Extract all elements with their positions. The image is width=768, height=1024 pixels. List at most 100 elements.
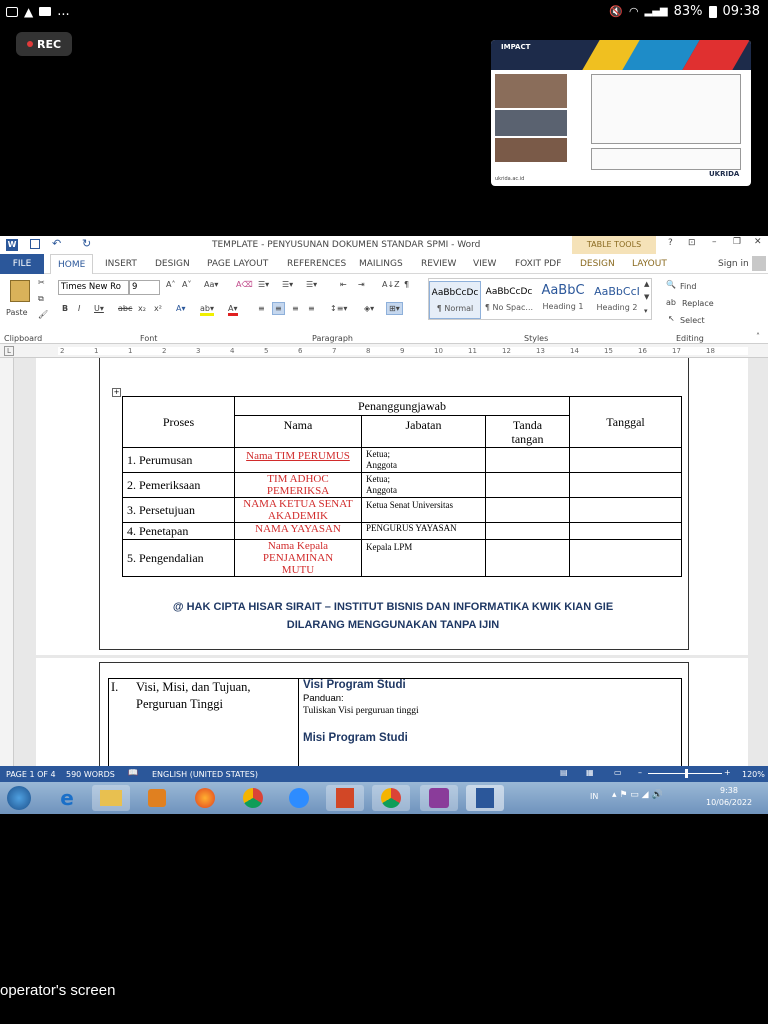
find-button[interactable]: Find bbox=[680, 282, 696, 291]
format-painter-icon[interactable]: 🖌 bbox=[38, 310, 48, 319]
superscript-icon[interactable]: x² bbox=[154, 304, 162, 313]
cell-tanggal[interactable] bbox=[569, 472, 682, 498]
print-layout-icon[interactable]: ▦ bbox=[586, 768, 594, 777]
tab-table-layout[interactable]: LAYOUT bbox=[632, 259, 667, 269]
taskbar-chrome-profile[interactable] bbox=[372, 785, 410, 811]
read-mode-icon[interactable]: ▤ bbox=[560, 768, 568, 777]
cell-tanggal[interactable] bbox=[569, 447, 682, 473]
tab-insert[interactable]: INSERT bbox=[105, 259, 137, 269]
taskbar-time[interactable]: 9:38 bbox=[720, 786, 738, 795]
start-button[interactable] bbox=[2, 785, 36, 811]
taskbar-firefox[interactable] bbox=[186, 785, 224, 811]
style-normal[interactable]: AaBbCcDc ¶ Normal bbox=[429, 281, 481, 319]
replace-icon[interactable]: ab bbox=[666, 298, 676, 307]
align-right-icon[interactable]: ≡ bbox=[292, 304, 299, 313]
cell-tanggal[interactable] bbox=[569, 497, 682, 523]
taskbar-explorer[interactable] bbox=[92, 785, 130, 811]
cell-tanggal[interactable] bbox=[569, 522, 682, 540]
tab-home[interactable]: HOME bbox=[50, 254, 94, 274]
bullets-icon[interactable]: ☰▾ bbox=[258, 280, 269, 289]
tab-design[interactable]: DESIGN bbox=[155, 259, 190, 269]
cell-tanda[interactable] bbox=[485, 472, 570, 498]
cell-tanggal[interactable] bbox=[569, 539, 682, 577]
zoom-level[interactable]: 120% bbox=[742, 770, 765, 779]
cell-jabatan[interactable]: Kepala LPM bbox=[361, 539, 486, 577]
cell-nama[interactable]: TIM ADHOC PEMERIKSA bbox=[234, 472, 362, 498]
cell-nama[interactable]: NAMA KETUA SENAT AKADEMIK bbox=[234, 497, 362, 523]
change-case-icon[interactable]: Aa▾ bbox=[204, 280, 218, 289]
help-icon[interactable]: ? bbox=[668, 238, 673, 248]
save-icon[interactable] bbox=[30, 239, 40, 249]
cell-jabatan[interactable]: PENGURUS YAYASAN bbox=[361, 522, 486, 540]
font-color-icon[interactable]: A▾ bbox=[228, 304, 238, 316]
paste-icon[interactable] bbox=[10, 280, 30, 302]
styles-scroll-down-icon[interactable]: ▼ bbox=[644, 293, 649, 301]
highlight-icon[interactable]: ab▾ bbox=[200, 304, 214, 316]
cell-jabatan[interactable]: Ketua Senat Universitas bbox=[361, 497, 486, 523]
page-count[interactable]: PAGE 1 OF 4 bbox=[6, 770, 56, 779]
shading-icon[interactable]: ◈▾ bbox=[364, 304, 374, 313]
copy-icon[interactable]: ⧉ bbox=[38, 294, 44, 304]
sort-icon[interactable]: A↓Z bbox=[382, 280, 400, 289]
subscript-icon[interactable]: x₂ bbox=[138, 304, 146, 313]
proofing-icon[interactable]: 📖 bbox=[128, 768, 138, 777]
close-icon[interactable]: ✕ bbox=[754, 237, 762, 247]
cell-tanda[interactable] bbox=[485, 447, 570, 473]
undo-icon[interactable]: ↶ bbox=[52, 237, 61, 250]
taskbar-powerpoint[interactable] bbox=[326, 785, 364, 811]
zoom-out-icon[interactable]: – bbox=[638, 768, 642, 777]
font-name-box[interactable]: Times New Ro bbox=[58, 280, 130, 295]
replace-button[interactable]: Replace bbox=[682, 299, 714, 308]
tab-page-layout[interactable]: PAGE LAYOUT bbox=[207, 259, 268, 269]
collapse-ribbon-icon[interactable]: ˄ bbox=[756, 332, 760, 341]
word-count[interactable]: 590 WORDS bbox=[66, 770, 115, 779]
grow-font-icon[interactable]: A˄ bbox=[166, 280, 175, 289]
style-no-spacing[interactable]: AaBbCcDc ¶ No Spac... bbox=[483, 281, 535, 319]
align-center-icon[interactable]: ≡ bbox=[272, 302, 285, 315]
tab-review[interactable]: REVIEW bbox=[421, 259, 456, 269]
restore-icon[interactable]: ❐ bbox=[733, 237, 741, 247]
table-move-handle-icon[interactable]: + bbox=[112, 388, 121, 397]
font-size-box[interactable]: 9 bbox=[128, 280, 160, 295]
taskbar-media[interactable] bbox=[138, 785, 176, 811]
strikethrough-icon[interactable]: abc bbox=[118, 304, 132, 313]
align-left-icon[interactable]: ≡ bbox=[258, 304, 265, 313]
minimize-icon[interactable]: – bbox=[712, 237, 717, 247]
sign-in-link[interactable]: Sign in bbox=[718, 259, 749, 269]
decrease-indent-icon[interactable]: ⇤ bbox=[340, 280, 347, 289]
cell-nama[interactable]: NAMA YAYASAN bbox=[234, 522, 362, 540]
style-heading-2[interactable]: AaBbCcI Heading 2 bbox=[591, 281, 643, 319]
taskbar-word[interactable] bbox=[466, 785, 504, 811]
select-icon[interactable]: ↖ bbox=[668, 314, 675, 323]
multilevel-list-icon[interactable]: ☰▾ bbox=[306, 280, 317, 289]
tab-selector-icon[interactable]: L bbox=[4, 346, 14, 356]
cell-tanda[interactable] bbox=[485, 497, 570, 523]
tab-references[interactable]: REFERENCES bbox=[287, 259, 346, 269]
cell-nama[interactable]: Nama Kepala PENJAMINAN MUTU bbox=[234, 539, 362, 577]
presenter-thumbnail[interactable]: IMPACT ukrida.ac.id UKRIDA bbox=[491, 40, 751, 186]
visi-hint[interactable]: Tuliskan Visi perguruan tinggi bbox=[303, 706, 673, 716]
ribbon-display-icon[interactable]: ⊡ bbox=[688, 238, 696, 248]
zoom-in-icon[interactable]: + bbox=[724, 768, 731, 777]
taskbar-zoom[interactable] bbox=[280, 785, 318, 811]
cell-jabatan[interactable]: Ketua; Anggota bbox=[361, 447, 486, 473]
cell-tanda[interactable] bbox=[485, 522, 570, 540]
taskbar-ie[interactable]: e bbox=[48, 785, 86, 811]
zoom-thumb[interactable] bbox=[685, 769, 688, 778]
user-avatar-icon[interactable] bbox=[752, 256, 766, 271]
taskbar-date[interactable]: 10/06/2022 bbox=[706, 798, 752, 807]
taskbar-chrome[interactable] bbox=[234, 785, 272, 811]
tab-file[interactable]: FILE bbox=[0, 254, 44, 274]
horizontal-ruler[interactable]: L 2 1 1 2 3 4 5 6 7 8 9 10 11 12 13 14 15 16 17 18 bbox=[0, 344, 768, 358]
tab-foxit-pdf[interactable]: FOXIT PDF bbox=[515, 259, 561, 269]
cell-jabatan[interactable]: Ketua; Anggota bbox=[361, 472, 486, 498]
document-area[interactable]: + Proses Penanggungjawab Tanggal Nama Ja… bbox=[0, 358, 768, 766]
cell-nama[interactable]: Nama TIM PERUMUS bbox=[234, 447, 362, 473]
borders-icon[interactable]: ⊞▾ bbox=[386, 302, 403, 315]
tab-mailings[interactable]: MAILINGS bbox=[359, 259, 403, 269]
bold-icon[interactable]: B bbox=[62, 304, 68, 313]
justify-icon[interactable]: ≡ bbox=[308, 304, 315, 313]
tab-view[interactable]: VIEW bbox=[473, 259, 496, 269]
select-button[interactable]: Select bbox=[680, 316, 705, 325]
paste-button[interactable]: Paste bbox=[6, 308, 28, 317]
